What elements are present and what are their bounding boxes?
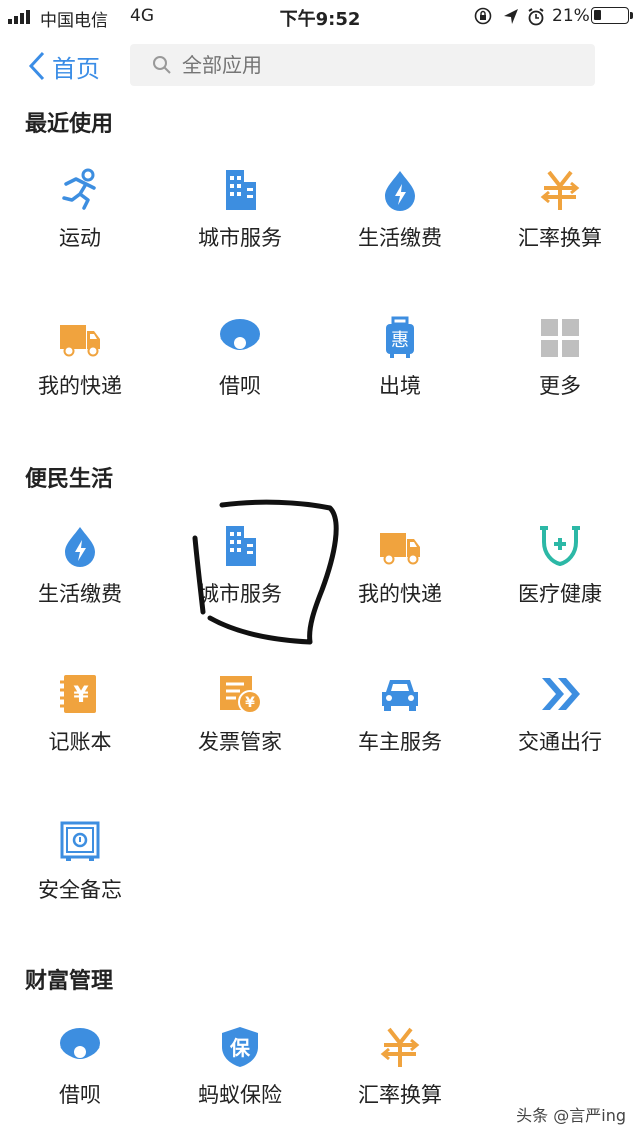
handdrawn-annotation: [192, 499, 339, 645]
watermark: 头条 @言严ing: [516, 1106, 626, 1125]
